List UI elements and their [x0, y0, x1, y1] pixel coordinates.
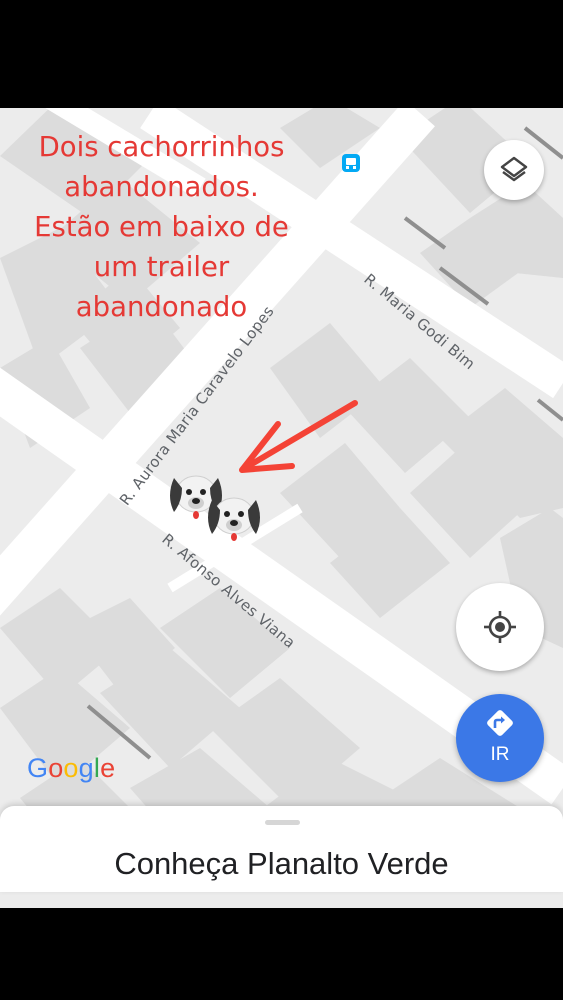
logo-letter: G: [27, 753, 49, 783]
sheet-drag-handle[interactable]: [265, 820, 300, 825]
directions-label: IR: [490, 744, 510, 765]
explore-sheet[interactable]: Conheça Planalto Verde: [0, 806, 563, 892]
sheet-title: Conheça Planalto Verde: [114, 846, 449, 881]
logo-letter: e: [100, 753, 116, 783]
logo-letter: o: [63, 753, 79, 783]
google-logo: Google: [27, 753, 115, 784]
logo-letter: g: [78, 753, 94, 783]
logo-letter: o: [48, 753, 64, 783]
map-view[interactable]: Dois cachorrinhos abandonados. Estão em …: [0, 108, 563, 908]
annotation-line: Estão em baixo de: [34, 211, 289, 243]
layers-button[interactable]: [484, 140, 544, 200]
directions-icon: [487, 710, 513, 736]
layers-icon: [500, 156, 528, 182]
my-location-icon: [484, 611, 516, 643]
bus-stop-icon[interactable]: [342, 154, 360, 172]
my-location-button[interactable]: [456, 583, 544, 671]
annotation-line: abandonado: [75, 291, 248, 323]
annotation-line: um trailer: [93, 251, 230, 283]
annotation-text: Dois cachorrinhos abandonados. Estão em …: [0, 127, 323, 327]
annotation-line: abandonados.: [64, 171, 259, 203]
directions-button[interactable]: IR: [456, 694, 544, 782]
annotation-line: Dois cachorrinhos: [38, 131, 285, 163]
dog-markers[interactable]: [164, 468, 264, 548]
